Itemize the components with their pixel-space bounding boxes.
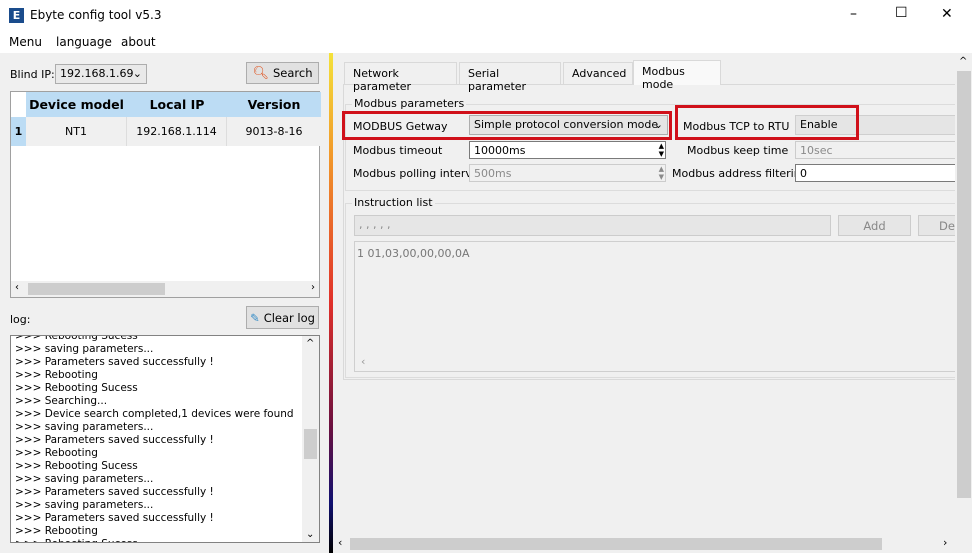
log-line: >>> saving parameters... <box>15 499 154 511</box>
table-header: Device model Local IP Version <box>26 92 321 117</box>
app-logo-icon: E <box>9 8 24 23</box>
log-line: >>> Rebooting <box>15 369 98 381</box>
splitter[interactable] <box>329 53 333 553</box>
log-area[interactable]: >>> Rebooting Sucess >>> saving parameter… <box>10 335 320 543</box>
log-label: log: <box>10 313 31 326</box>
add-button[interactable]: Add <box>838 215 911 236</box>
column-header[interactable]: Local IP <box>127 92 227 117</box>
keep-time-value: 10sec <box>800 144 833 157</box>
menu-menu[interactable]: Menu <box>9 35 42 49</box>
filter-value: 0 <box>800 167 807 180</box>
clear-log-label: Clear log <box>263 310 315 325</box>
polling-label: Modbus polling interval <box>353 167 482 180</box>
log-line: >>> Rebooting <box>15 447 98 459</box>
filter-field[interactable]: 0 <box>795 164 965 182</box>
cell: 9013-8-16 <box>245 125 303 138</box>
search-button[interactable]: 🔍︎ Search <box>246 62 319 84</box>
cell: 192.168.1.114 <box>127 117 227 146</box>
keep-time-label: Modbus keep time <box>687 144 789 157</box>
spin-arrows-icon[interactable]: ▲ ▼ <box>659 165 664 181</box>
log-line: >>> Rebooting Sucess <box>15 382 138 394</box>
panel-vertical-scrollbar[interactable]: ^ <box>955 54 972 537</box>
blind-ip-select[interactable]: 192.168.1.69 ⌄ <box>55 64 147 84</box>
log-line: >>> Parameters saved successfully ! <box>15 512 214 524</box>
timeout-spinbox[interactable]: 10000ms ▲ ▼ <box>469 141 666 159</box>
search-icon: 🔍︎ <box>252 65 269 81</box>
menu-bar: Menu language about <box>0 31 972 53</box>
tab-serial-parameter[interactable]: Serial parameter <box>459 62 561 93</box>
log-vertical-scrollbar[interactable]: ^ ⌄ <box>302 336 319 542</box>
log-line: >>> Rebooting Sucess <box>15 538 294 542</box>
log-line: >>> Rebooting <box>15 525 98 537</box>
log-line: >>> saving parameters... <box>15 421 154 433</box>
row-index: 1 <box>11 117 26 146</box>
tab-advanced[interactable]: Advanced <box>563 62 633 85</box>
instruction-input-value: , , , , , <box>359 218 391 231</box>
window-title: Ebyte config tool v5.3 <box>30 8 162 22</box>
tab-modbus-mode[interactable]: Modbus mode <box>633 60 721 91</box>
log-line: >>> Parameters saved successfully ! <box>15 356 214 368</box>
menu-language[interactable]: language <box>56 35 112 49</box>
log-line: >>> saving parameters... <box>15 343 154 355</box>
scroll-left-icon[interactable]: ‹ <box>361 355 365 368</box>
blind-ip-value: 192.168.1.69 <box>60 67 134 80</box>
log-line: >>> saving parameters... <box>15 473 154 485</box>
polling-value: 500ms <box>474 167 512 180</box>
highlight-box <box>675 105 859 140</box>
minimize-button[interactable]: – <box>850 6 857 22</box>
log-line: >>> Rebooting Sucess <box>15 335 138 342</box>
cell: NT1 <box>26 117 127 146</box>
clear-log-button[interactable]: ✎ Clear log <box>246 306 319 329</box>
log-line: >>> Rebooting Sucess <box>15 460 138 472</box>
instruction-list[interactable]: 1 01,03,00,00,00,0A ‹ <box>354 241 964 372</box>
keep-time-field[interactable]: 10sec <box>795 141 965 159</box>
log-line: >>> Searching... <box>15 395 108 407</box>
blind-ip-label: Blind IP: <box>10 68 55 81</box>
timeout-label: Modbus timeout <box>353 144 443 157</box>
column-header[interactable]: Device model <box>26 92 127 117</box>
highlight-box <box>342 111 672 140</box>
column-header[interactable]: Version <box>227 92 321 117</box>
device-table: Device model Local IP Version 1 NT1 192.… <box>10 91 321 298</box>
list-item[interactable]: 1 01,03,00,00,00,0A <box>355 242 963 265</box>
title-bar: E Ebyte config tool v5.3 – ☐ ✕ <box>0 0 972 31</box>
chevron-down-icon: ⌄ <box>132 67 142 80</box>
filter-label: Modbus address filtering <box>672 167 808 180</box>
brush-icon: ✎ <box>250 310 260 325</box>
panel-horizontal-scrollbar[interactable]: ‹ › <box>335 536 972 552</box>
maximize-button[interactable]: ☐ <box>895 5 908 21</box>
menu-about[interactable]: about <box>121 35 156 49</box>
close-button[interactable]: ✕ <box>941 6 953 22</box>
log-line: >>> Parameters saved successfully ! <box>15 434 214 446</box>
instruction-input[interactable]: , , , , , <box>354 215 831 236</box>
table-row[interactable]: 1 NT1 192.168.1.114 9013-8-16 <box>11 117 321 146</box>
group-title: Instruction list <box>352 196 435 209</box>
log-line: >>> Parameters saved successfully ! <box>15 486 214 498</box>
tab-network-parameter[interactable]: Network parameter <box>344 62 457 93</box>
timeout-value: 10000ms <box>474 144 526 157</box>
log-line: >>> Device search completed,1 devices we… <box>15 408 294 420</box>
spin-arrows-icon[interactable]: ▲ ▼ <box>659 142 664 158</box>
search-label: Search <box>273 66 313 80</box>
table-horizontal-scrollbar[interactable]: ‹ › <box>11 281 319 297</box>
polling-spinbox[interactable]: 500ms ▲ ▼ <box>469 164 666 182</box>
group-title: Modbus parameters <box>352 97 467 110</box>
